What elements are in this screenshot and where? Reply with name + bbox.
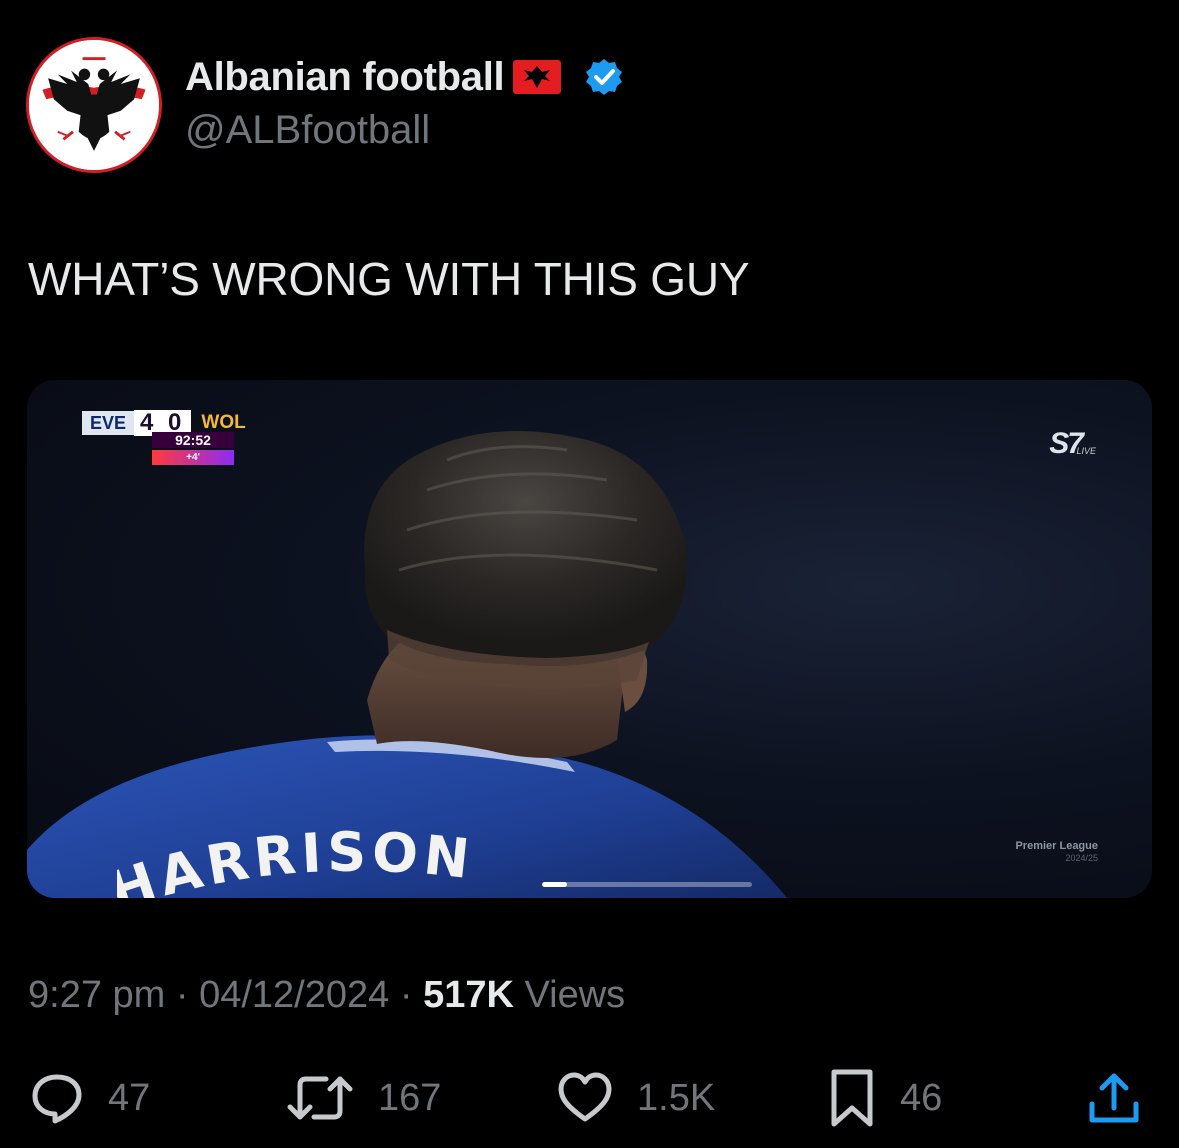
repost-count: 167: [378, 1076, 442, 1119]
broadcaster-live-label: LIVE: [1076, 446, 1096, 456]
share-icon: [1089, 1073, 1139, 1123]
league-name: Premier League: [1015, 840, 1098, 852]
bookmark-button[interactable]: 46: [826, 1066, 942, 1130]
heart-icon: [558, 1072, 612, 1122]
display-name[interactable]: Albanian football: [185, 55, 505, 100]
bookmark-icon: [831, 1069, 873, 1127]
author-name-row[interactable]: Albanian football: [185, 52, 624, 102]
tweet-time[interactable]: 9:27 pm: [28, 974, 165, 1016]
albania-flag-icon: [513, 60, 562, 94]
tweet-text: WHAT’S WRONG WITH THIS GUY: [28, 253, 750, 305]
share-button[interactable]: [1084, 1066, 1144, 1130]
views-label: Views: [524, 974, 626, 1016]
eagle-logo-icon: [29, 40, 159, 170]
shirt-name: HARRISON: [117, 821, 477, 898]
video-progress-bar[interactable]: [542, 882, 752, 887]
svg-text:HARRISON: HARRISON: [117, 821, 477, 898]
repost-button[interactable]: 167: [284, 1066, 441, 1130]
reply-icon: [32, 1074, 82, 1124]
added-time: +4': [152, 450, 234, 465]
reply-count: 47: [108, 1076, 151, 1119]
tweet-actions: 47 167 1.5K 46: [0, 1066, 1179, 1130]
match-clock: 92:52: [152, 432, 234, 448]
shirt-name-text: HARRISON: [117, 821, 472, 898]
video-progress-fill: [542, 882, 568, 887]
away-team: WOL: [201, 412, 246, 433]
tweet-meta: 9:27 pm · 04/12/2024 · 517K Views: [28, 974, 625, 1017]
avatar[interactable]: [26, 37, 162, 173]
verified-badge-icon[interactable]: [584, 57, 624, 97]
meta-separator: ·: [175, 974, 189, 1016]
repost-icon: [287, 1076, 353, 1120]
league-season: 2024/25: [1065, 853, 1098, 863]
author-handle[interactable]: @ALBfootball: [185, 108, 430, 153]
reply-button[interactable]: 47: [28, 1066, 150, 1130]
bookmark-count: 46: [900, 1076, 943, 1119]
video-player[interactable]: EVE 4 0 WOL 92:52 +4' S7 LIVE Premier Le…: [27, 380, 1152, 898]
like-button[interactable]: 1.5K: [555, 1066, 715, 1130]
views-count: 517K: [423, 974, 514, 1016]
home-team: EVE: [82, 411, 135, 435]
tweet-date[interactable]: 04/12/2024: [199, 974, 389, 1016]
meta-separator: ·: [399, 974, 413, 1016]
like-count: 1.5K: [637, 1076, 716, 1119]
